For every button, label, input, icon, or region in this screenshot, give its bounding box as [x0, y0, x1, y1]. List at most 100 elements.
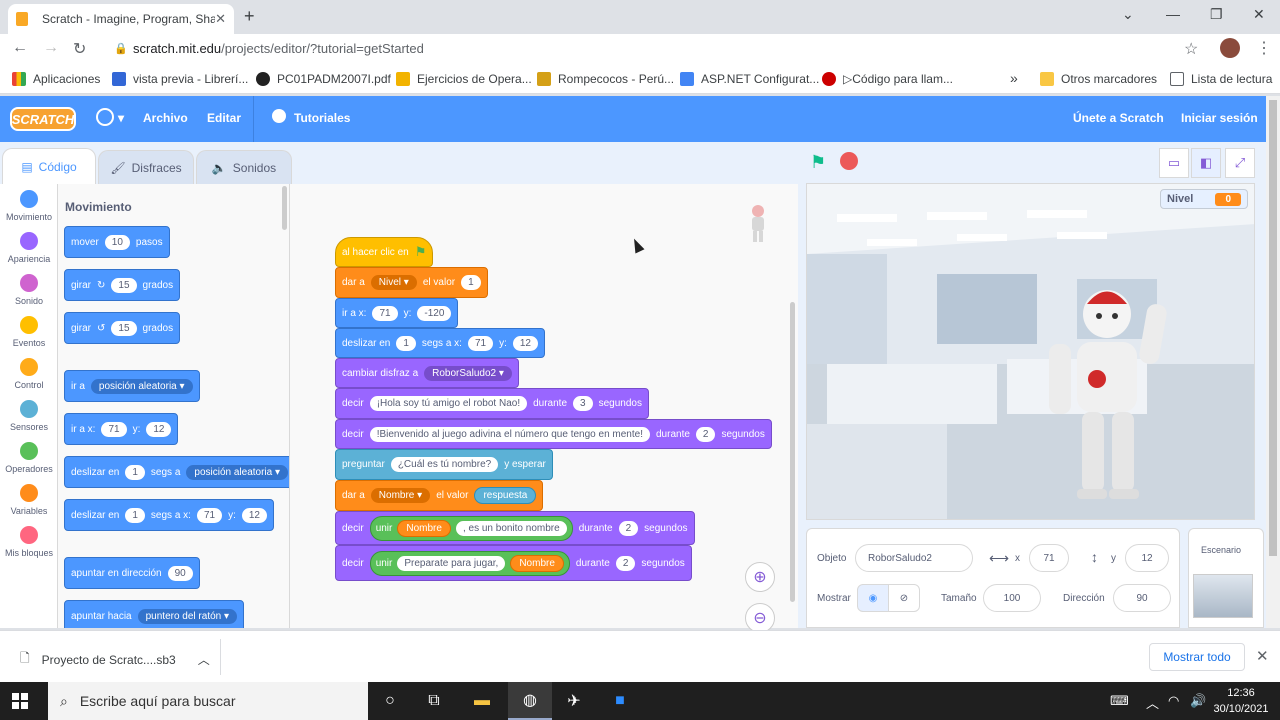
forward-icon[interactable]: →	[43, 39, 59, 57]
scrollbar-thumb[interactable]	[1269, 100, 1277, 556]
show-all-downloads-button[interactable]: Mostrar todo	[1149, 643, 1245, 671]
category-control[interactable]: Control	[0, 358, 58, 390]
block-ir-a-xy[interactable]: ir a x: 71 y: 12	[64, 413, 179, 445]
block-input[interactable]: 71	[372, 305, 398, 321]
sprite-size-field[interactable]: 100	[983, 584, 1041, 612]
block-set-nombre[interactable]: dar a Nombre ▾ el valor respuesta	[335, 480, 544, 511]
block-dropdown[interactable]: Nombre ▾	[370, 488, 431, 503]
category-variables[interactable]: Variables	[0, 484, 58, 516]
block-when-flag-clicked[interactable]: al hacer clic en ⚑	[335, 237, 434, 267]
bookmarks-more-button[interactable]: »	[1010, 70, 1018, 86]
taskbar-search[interactable]: ⌕ Escribe aquí para buscar	[48, 682, 368, 720]
block-input[interactable]: 15	[111, 320, 137, 336]
system-clock[interactable]: 12:36 30/10/2021	[1210, 685, 1272, 717]
category-mis-bloques[interactable]: Mis bloques	[0, 526, 58, 558]
block-mover[interactable]: mover 10 pasos	[64, 226, 170, 258]
sprite-x-field[interactable]: 71	[1029, 544, 1069, 572]
block-dropdown[interactable]: Nivel ▾	[370, 275, 417, 290]
block-dropdown[interactable]: posición aleatoria ▾	[90, 378, 193, 394]
block-input[interactable]: 2	[695, 426, 716, 442]
block-input[interactable]: 1	[461, 275, 481, 290]
answer-reporter[interactable]: respuesta	[474, 487, 537, 504]
category-sensores[interactable]: Sensores	[0, 400, 58, 432]
zoom-app-icon[interactable]: ■	[598, 682, 642, 720]
tab-sounds[interactable]: 🔈 Sonidos	[196, 150, 292, 184]
other-bookmarks[interactable]: Otros marcadores	[1040, 72, 1157, 86]
join-operator[interactable]: unir Preparate para jugar, Nombre	[369, 550, 570, 576]
lightbulb-icon[interactable]	[272, 109, 286, 123]
block-say-for-secs[interactable]: decir !Bienvenido al juego adivina el núm…	[335, 419, 772, 449]
stop-button[interactable]	[840, 152, 858, 170]
block-input[interactable]: 71	[101, 421, 127, 437]
tab-code[interactable]: ▤ Código	[2, 148, 96, 184]
category-sonido[interactable]: Sonido	[0, 274, 58, 306]
hide-eye-icon[interactable]: ⊘	[888, 584, 920, 612]
tab-costumes[interactable]: 🖌 Disfraces	[98, 150, 194, 184]
block-input[interactable]: 2	[615, 555, 636, 571]
language-globe-icon[interactable]	[96, 108, 114, 126]
join-operator[interactable]: unir Nombre, es un bonito nombre	[369, 515, 573, 541]
zoom-in-button[interactable]: ⊕	[745, 562, 775, 592]
bookmark-item[interactable]: Ejercicios de Opera...	[396, 72, 532, 86]
address-bar[interactable]: scratch.mit.edu/projects/editor/?tutoria…	[133, 41, 424, 56]
block-go-to-xy[interactable]: ir a x: 71 y: -120	[335, 298, 459, 328]
browser-menu-icon[interactable]: ⋮	[1256, 38, 1272, 58]
category-operadores[interactable]: Operadores	[0, 442, 58, 474]
menu-tutoriales[interactable]: Tutoriales	[294, 111, 350, 125]
tab-search-icon[interactable]: ⌄	[1122, 6, 1134, 23]
sign-in-link[interactable]: Iniciar sesión	[1181, 111, 1258, 125]
workspace-scrollbar[interactable]	[790, 302, 795, 602]
block-input[interactable]: 10	[104, 234, 130, 250]
stage-canvas[interactable]	[806, 183, 1255, 520]
bookmark-item[interactable]: Rompecocos - Perú...	[537, 72, 674, 86]
show-eye-icon[interactable]: ◉	[857, 584, 889, 612]
wifi-icon[interactable]: ◠	[1168, 693, 1179, 709]
block-input[interactable]: 71	[196, 507, 223, 523]
tray-chevron-icon[interactable]: ︿	[1146, 693, 1159, 712]
sprite-y-field[interactable]: 12	[1125, 544, 1169, 572]
block-deslizar-a[interactable]: deslizar en 1 segs a posición aleatoria ▾	[64, 456, 289, 488]
category-eventos[interactable]: Eventos	[0, 316, 58, 348]
block-girar-izquierda[interactable]: girar ↺ 15 grados	[64, 312, 181, 344]
chevron-up-icon[interactable]: ︿	[198, 651, 210, 668]
download-item[interactable]: 🗋 Proyecto de Scratc....sb3 ︿	[20, 649, 210, 670]
chrome-icon[interactable]: ◍	[508, 682, 552, 720]
block-input[interactable]: 1	[396, 335, 416, 351]
block-input[interactable]: 71	[467, 335, 494, 351]
block-input[interactable]: ¡Hola soy tú amigo el robot Nao!	[369, 396, 528, 411]
close-window-icon[interactable]: ✕	[1253, 6, 1265, 23]
bookmark-item[interactable]: ▷Código para llam...	[822, 72, 953, 86]
block-input[interactable]: Preparate para jugar,	[397, 555, 506, 571]
sprite-name-field[interactable]: RoborSaludo2	[855, 544, 973, 572]
block-input[interactable]: , es un bonito nombre	[455, 520, 567, 536]
bookmark-star-icon[interactable]: ☆	[1184, 39, 1198, 59]
block-say-for-secs[interactable]: decir ¡Hola soy tú amigo el robot Nao! dur…	[335, 388, 649, 419]
profile-avatar[interactable]	[1220, 38, 1240, 58]
block-input[interactable]: 90	[167, 565, 193, 581]
block-glide-xy[interactable]: deslizar en 1 segs a x: 71 y: 12	[335, 328, 545, 358]
scratch-logo[interactable]: SCRATCH	[10, 107, 76, 131]
app-icon[interactable]: ✈	[552, 682, 596, 720]
reading-list[interactable]: Lista de lectura	[1170, 72, 1272, 86]
reload-icon[interactable]: ↻	[73, 39, 86, 59]
maximize-icon[interactable]: ❐	[1210, 6, 1223, 23]
block-deslizar-xy[interactable]: deslizar en 1 segs a x: 71 y: 12	[64, 499, 274, 531]
variable-monitor-nivel[interactable]: Nivel 0	[1160, 189, 1248, 209]
block-apuntar-hacia[interactable]: apuntar hacia puntero del ratón ▾	[64, 600, 245, 628]
volume-icon[interactable]: 🔊	[1190, 693, 1206, 709]
block-input[interactable]: -120	[417, 305, 452, 321]
back-icon[interactable]: ←	[12, 39, 28, 57]
bookmark-item[interactable]: PC01PADM2007I.pdf	[256, 72, 391, 86]
task-view-icon[interactable]: ⧉	[412, 682, 456, 720]
close-tab-icon[interactable]: ✕	[215, 11, 226, 27]
zoom-out-button[interactable]: ⊖	[745, 603, 775, 633]
nombre-reporter[interactable]: Nombre	[397, 519, 451, 537]
block-input[interactable]: ¿Cuál es tú nombre?	[390, 457, 499, 472]
language-chevron-icon[interactable]: ▾	[118, 111, 124, 125]
new-tab-button[interactable]: +	[244, 6, 255, 27]
block-input[interactable]: 1	[125, 507, 145, 523]
block-switch-costume[interactable]: cambiar disfraz a RoborSaludo2 ▾	[335, 358, 519, 388]
join-scratch-link[interactable]: Únete a Scratch	[1073, 111, 1164, 125]
block-dropdown[interactable]: puntero del ratón ▾	[137, 608, 238, 624]
block-ir-a[interactable]: ir a posición aleatoria ▾	[64, 370, 200, 402]
